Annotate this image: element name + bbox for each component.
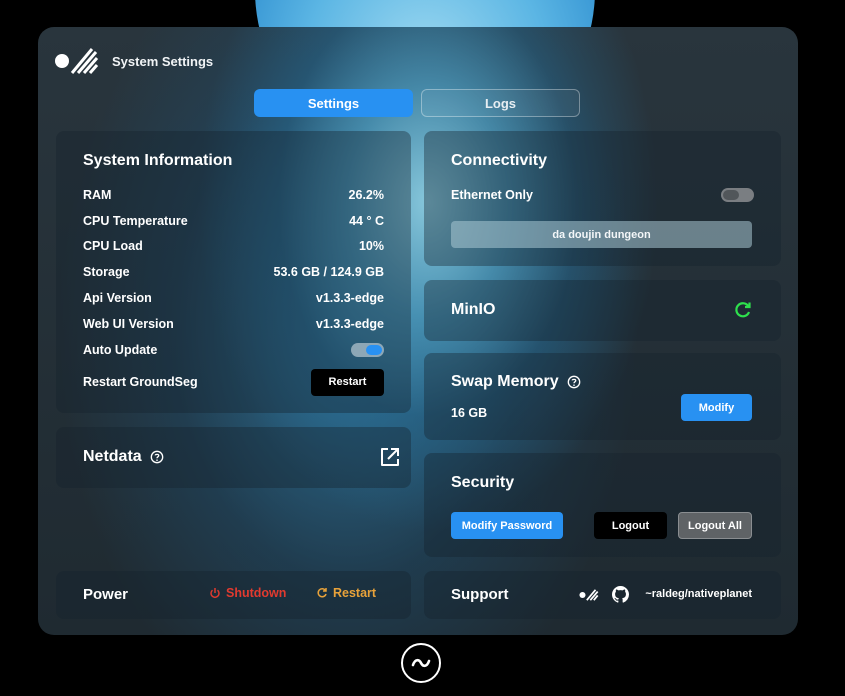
nativeplanet-logo-icon[interactable] bbox=[579, 588, 599, 602]
github-icon[interactable] bbox=[612, 586, 629, 603]
info-label: RAM bbox=[83, 188, 112, 202]
info-label: Api Version bbox=[83, 291, 152, 305]
minio-card: MinIO bbox=[424, 280, 781, 341]
info-row-auto-update: Auto Update bbox=[83, 340, 384, 360]
info-row-cpu-temperature: CPU Temperature 44 ° C bbox=[83, 211, 384, 231]
auto-update-toggle[interactable] bbox=[351, 343, 384, 357]
info-row-storage: Storage 53.6 GB / 124.9 GB bbox=[83, 262, 384, 282]
power-title: Power bbox=[83, 586, 129, 603]
restart-groundseg-button[interactable]: Restart bbox=[311, 368, 384, 396]
info-value: 53.6 GB / 124.9 GB bbox=[273, 265, 384, 279]
info-value: 10% bbox=[358, 239, 384, 253]
power-icon bbox=[210, 588, 220, 599]
nativeplanet-logo-icon bbox=[55, 48, 99, 74]
connectivity-card: Connectivity Ethernet Only da doujin dun… bbox=[424, 131, 781, 266]
tab-bar: Settings Logs bbox=[254, 89, 580, 117]
swap-memory-title: Swap Memory bbox=[451, 373, 559, 390]
support-repo-link[interactable]: ~raldeg/nativeplanet bbox=[645, 588, 752, 600]
tilde-home-icon bbox=[411, 658, 431, 668]
netdata-title: Netdata bbox=[83, 448, 142, 465]
swap-memory-value: 16 GB bbox=[451, 406, 488, 420]
info-row-cpu-load: CPU Load 10% bbox=[83, 236, 384, 256]
help-circle-icon[interactable] bbox=[567, 375, 581, 389]
logout-all-button[interactable]: Logout All bbox=[678, 512, 752, 539]
refresh-icon[interactable] bbox=[734, 301, 752, 319]
external-link-icon[interactable] bbox=[379, 446, 401, 468]
settings-window: System Settings Settings Logs System Inf… bbox=[38, 27, 798, 635]
info-row-restart-groundseg: Restart GroundSeg Restart bbox=[83, 368, 384, 396]
ethernet-only-label: Ethernet Only bbox=[451, 188, 533, 202]
ethernet-only-row: Ethernet Only bbox=[451, 185, 754, 205]
support-title: Support bbox=[451, 586, 509, 603]
info-value: v1.3.3-edge bbox=[315, 291, 384, 305]
tab-logs[interactable]: Logs bbox=[421, 89, 580, 117]
info-label: Web UI Version bbox=[83, 317, 174, 331]
info-label: CPU Temperature bbox=[83, 214, 188, 228]
security-card: Security Modify Password Logout Logout A… bbox=[424, 453, 781, 557]
system-information-title: System Information bbox=[83, 152, 233, 169]
info-value: v1.3.3-edge bbox=[315, 317, 384, 331]
shutdown-button[interactable]: Shutdown bbox=[209, 586, 286, 600]
toggle-knob bbox=[366, 345, 382, 355]
toggle-knob bbox=[723, 190, 739, 200]
info-label: CPU Load bbox=[83, 239, 143, 253]
swap-memory-card: Swap Memory 16 GB Modify bbox=[424, 353, 781, 440]
auto-update-label: Auto Update bbox=[83, 343, 158, 357]
info-row-ram: RAM 26.2% bbox=[83, 185, 384, 205]
home-button[interactable] bbox=[401, 643, 441, 683]
info-label: Storage bbox=[83, 265, 130, 279]
netdata-title-wrap: Netdata bbox=[83, 448, 164, 466]
modify-password-button[interactable]: Modify Password bbox=[451, 512, 563, 539]
support-card: Support ~raldeg/nativeplanet bbox=[424, 571, 781, 619]
netdata-card: Netdata bbox=[56, 427, 411, 488]
security-title: Security bbox=[451, 474, 515, 491]
swap-modify-button[interactable]: Modify bbox=[681, 394, 752, 421]
window-title: System Settings bbox=[112, 53, 214, 69]
logout-button[interactable]: Logout bbox=[594, 512, 667, 539]
restart-icon bbox=[317, 588, 327, 598]
wifi-network-button[interactable]: da doujin dungeon bbox=[451, 221, 752, 248]
shutdown-label: Shutdown bbox=[226, 586, 287, 600]
info-value: 26.2% bbox=[348, 188, 384, 202]
window-header: System Settings bbox=[54, 45, 213, 77]
info-row-api-version: Api Version v1.3.3-edge bbox=[83, 288, 384, 308]
power-card: Power Shutdown Restart bbox=[56, 571, 411, 619]
info-row-web-ui-version: Web UI Version v1.3.3-edge bbox=[83, 314, 384, 334]
system-information-card: System Information RAM 26.2% CPU Tempera… bbox=[56, 131, 411, 413]
power-restart-button[interactable]: Restart bbox=[316, 586, 376, 600]
restart-groundseg-label: Restart GroundSeg bbox=[83, 375, 198, 389]
help-circle-icon[interactable] bbox=[150, 450, 164, 464]
power-restart-label: Restart bbox=[333, 586, 377, 600]
ethernet-only-toggle[interactable] bbox=[721, 188, 754, 202]
minio-title: MinIO bbox=[451, 301, 496, 318]
swap-memory-title-wrap: Swap Memory bbox=[451, 373, 581, 391]
connectivity-title: Connectivity bbox=[451, 152, 548, 169]
info-value: 44 ° C bbox=[349, 214, 384, 228]
tab-settings[interactable]: Settings bbox=[254, 89, 413, 117]
